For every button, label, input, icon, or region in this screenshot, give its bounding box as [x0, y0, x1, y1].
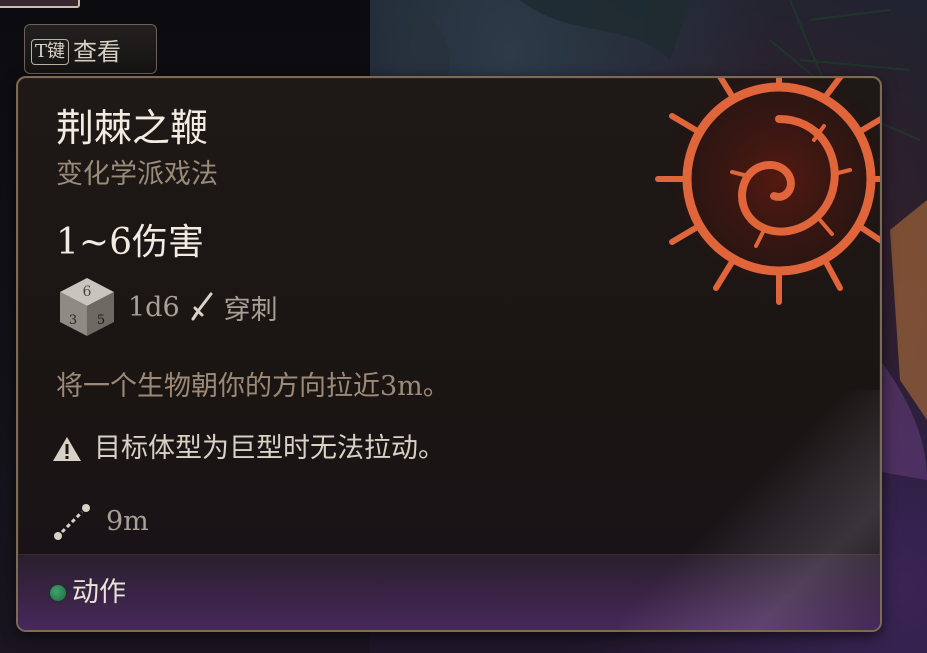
portrait-frame-edge	[0, 0, 80, 8]
dice-formula: 1d6	[128, 291, 180, 323]
action-cost-label: 动作	[72, 576, 126, 608]
spell-tooltip: 荆棘之鞭 变化学派戏法 1~6伤害 6 3 5 1d6 穿刺 将一个生物朝你的方…	[16, 76, 882, 632]
warning-text: 目标体型为巨型时无法拉动。	[94, 433, 445, 464]
warning-icon	[53, 437, 81, 461]
examine-label: 查看	[73, 38, 122, 66]
action-resource-dot	[50, 584, 66, 601]
range-row: 9m	[52, 502, 149, 542]
examine-key-hint[interactable]: T键 查看	[24, 24, 157, 74]
thorn-whip-spell-icon	[655, 78, 880, 305]
piercing-icon	[191, 292, 213, 321]
spell-description: 将一个生物朝你的方向拉近3m。	[56, 371, 450, 402]
svg-text:6: 6	[83, 284, 92, 300]
d6-die-icon: 6 3 5	[60, 278, 114, 336]
svg-text:3: 3	[69, 313, 77, 328]
damage-roll-row: 6 3 5 1d6 穿刺	[56, 274, 278, 340]
t-key-cap: T键	[31, 39, 70, 65]
warning-row: 目标体型为巨型时无法拉动。	[52, 432, 445, 466]
spell-school: 变化学派戏法	[56, 159, 218, 190]
action-cost-bar: 动作	[18, 554, 880, 630]
spell-damage: 1~6伤害	[56, 222, 204, 263]
spell-name: 荆棘之鞭	[56, 106, 209, 150]
spell-range: 9m	[106, 506, 149, 537]
svg-text:5: 5	[97, 313, 105, 328]
damage-type: 穿刺	[223, 294, 278, 326]
range-icon	[54, 504, 90, 540]
